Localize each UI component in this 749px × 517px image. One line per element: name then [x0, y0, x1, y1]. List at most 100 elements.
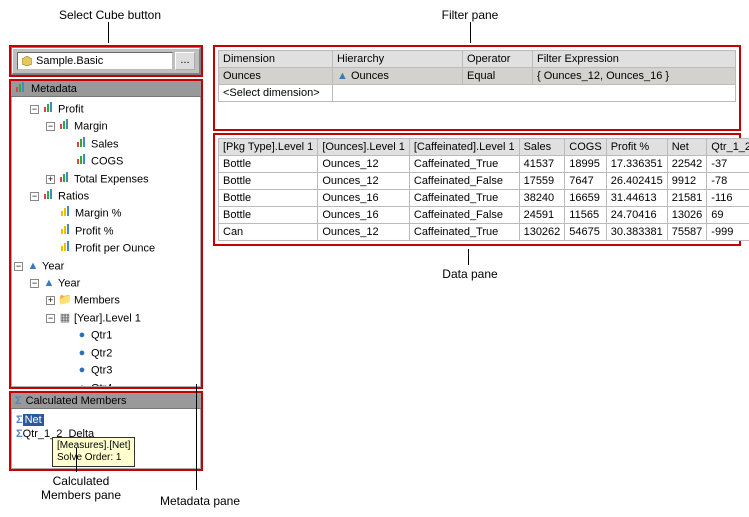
filter-cell[interactable]: Ounces: [219, 68, 333, 85]
tree-node[interactable]: Sales: [14, 136, 198, 153]
sigma-icon: Σ: [15, 395, 22, 407]
filter-cell[interactable]: ▲ Ounces: [333, 68, 463, 85]
tree-twisty[interactable]: −: [46, 122, 55, 131]
data-cell[interactable]: 30.383381: [606, 224, 667, 241]
tree-twisty[interactable]: −: [14, 262, 23, 271]
tree-node[interactable]: Profit %: [14, 223, 198, 240]
data-cell[interactable]: Caffeinated_False: [409, 173, 519, 190]
data-cell[interactable]: 13026: [667, 207, 707, 224]
data-header[interactable]: Net: [667, 139, 707, 156]
data-header[interactable]: [Caffeinated].Level 1: [409, 139, 519, 156]
data-cell[interactable]: 17.336351: [606, 156, 667, 173]
filter-header[interactable]: Dimension: [219, 51, 333, 68]
data-cell[interactable]: Bottle: [219, 156, 318, 173]
table-row[interactable]: BottleOunces_12Caffeinated_True415371899…: [219, 156, 749, 173]
data-cell[interactable]: 31.44613: [606, 190, 667, 207]
tree-node[interactable]: −▦[Year].Level 1: [14, 310, 198, 327]
data-cell[interactable]: 16659: [565, 190, 606, 207]
tree-node[interactable]: ●Qtr3: [14, 362, 198, 379]
filter-header[interactable]: Operator: [463, 51, 533, 68]
data-cell[interactable]: Ounces_12: [318, 224, 410, 241]
data-cell[interactable]: 22542: [667, 156, 707, 173]
metadata-tree[interactable]: −Profit−MarginSalesCOGS+Total Expenses−R…: [12, 97, 200, 387]
data-cell[interactable]: Caffeinated_True: [409, 190, 519, 207]
data-cell[interactable]: 18995: [565, 156, 606, 173]
cube-field[interactable]: Sample.Basic: [17, 52, 173, 70]
data-cell[interactable]: 75587: [667, 224, 707, 241]
data-cell[interactable]: 69: [707, 207, 749, 224]
data-cell[interactable]: 130262: [519, 224, 565, 241]
calc-item[interactable]: ΣNet: [16, 413, 196, 427]
data-cell[interactable]: 21581: [667, 190, 707, 207]
tree-node[interactable]: ●Qtr1: [14, 327, 198, 344]
data-cell[interactable]: Bottle: [219, 173, 318, 190]
data-cell[interactable]: Ounces_16: [318, 207, 410, 224]
data-cell[interactable]: 41537: [519, 156, 565, 173]
tree-node[interactable]: Margin %: [14, 205, 198, 222]
data-cell[interactable]: Caffeinated_True: [409, 224, 519, 241]
data-header[interactable]: Sales: [519, 139, 565, 156]
tree-node[interactable]: −▲Year: [14, 258, 198, 275]
table-row[interactable]: BottleOunces_16Caffeinated_False24591115…: [219, 207, 749, 224]
tree-node[interactable]: COGS: [14, 153, 198, 170]
data-cell[interactable]: -116: [707, 190, 749, 207]
tree-node[interactable]: Profit per Ounce: [14, 240, 198, 257]
data-header[interactable]: [Pkg Type].Level 1: [219, 139, 318, 156]
tree-twisty[interactable]: −: [30, 105, 39, 114]
data-cell[interactable]: Caffeinated_True: [409, 156, 519, 173]
data-cell[interactable]: Can: [219, 224, 318, 241]
filter-grid[interactable]: Dimension Hierarchy Operator Filter Expr…: [218, 50, 736, 102]
tree-label: Qtr3: [91, 365, 112, 377]
data-cell[interactable]: -37: [707, 156, 749, 173]
data-cell[interactable]: 38240: [519, 190, 565, 207]
tree-twisty[interactable]: −: [30, 279, 39, 288]
tree-twisty[interactable]: −: [46, 314, 55, 323]
tree-twisty[interactable]: +: [46, 175, 55, 184]
select-cube-box: Sample.Basic ...: [9, 45, 203, 77]
data-cell[interactable]: 11565: [565, 207, 606, 224]
filter-header[interactable]: Hierarchy: [333, 51, 463, 68]
data-cell[interactable]: Ounces_12: [318, 173, 410, 190]
data-header[interactable]: COGS: [565, 139, 606, 156]
data-cell[interactable]: 24.70416: [606, 207, 667, 224]
table-row[interactable]: BottleOunces_12Caffeinated_False17559764…: [219, 173, 749, 190]
data-cell[interactable]: 26.402415: [606, 173, 667, 190]
data-cell[interactable]: -999: [707, 224, 749, 241]
table-row[interactable]: CanOunces_12Caffeinated_True130262546753…: [219, 224, 749, 241]
tree-node[interactable]: +Total Expenses: [14, 171, 198, 188]
table-row[interactable]: BottleOunces_16Caffeinated_True382401665…: [219, 190, 749, 207]
tree-node[interactable]: −Margin: [14, 118, 198, 135]
tree-node[interactable]: −▲Year: [14, 275, 198, 292]
tree-node[interactable]: −Profit: [14, 101, 198, 118]
data-cell[interactable]: 17559: [519, 173, 565, 190]
tree-node[interactable]: ●Qtr4: [14, 380, 198, 388]
tree-node[interactable]: +📁Members: [14, 292, 198, 309]
metadata-pane: Metadata −Profit−MarginSalesCOGS+Total E…: [9, 79, 203, 389]
data-cell[interactable]: 24591: [519, 207, 565, 224]
data-header[interactable]: [Ounces].Level 1: [318, 139, 410, 156]
data-cell[interactable]: Ounces_16: [318, 190, 410, 207]
data-cell[interactable]: Bottle: [219, 190, 318, 207]
data-cell[interactable]: 54675: [565, 224, 606, 241]
tree-node[interactable]: −Ratios: [14, 188, 198, 205]
data-cell[interactable]: 9912: [667, 173, 707, 190]
sigma-icon: Σ: [16, 428, 23, 440]
data-cell[interactable]: 7647: [565, 173, 606, 190]
data-header[interactable]: Qtr_1_2_Delta: [707, 139, 749, 156]
data-grid[interactable]: [Pkg Type].Level 1[Ounces].Level 1[Caffe…: [218, 138, 749, 241]
data-cell[interactable]: -78: [707, 173, 749, 190]
filter-header[interactable]: Filter Expression: [533, 51, 736, 68]
select-dimension[interactable]: <Select dimension>: [219, 85, 333, 102]
data-header[interactable]: Profit %: [606, 139, 667, 156]
tree-label: Profit %: [75, 225, 114, 237]
select-cube-button[interactable]: ...: [175, 52, 195, 70]
filter-cell[interactable]: Equal: [463, 68, 533, 85]
filter-cell[interactable]: { Ounces_12, Ounces_16 }: [533, 68, 736, 85]
data-cell[interactable]: Ounces_12: [318, 156, 410, 173]
data-cell[interactable]: Bottle: [219, 207, 318, 224]
sigma-icon: Σ: [16, 414, 23, 426]
tree-twisty[interactable]: −: [30, 192, 39, 201]
data-cell[interactable]: Caffeinated_False: [409, 207, 519, 224]
tree-twisty[interactable]: +: [46, 296, 55, 305]
tree-node[interactable]: ●Qtr2: [14, 345, 198, 362]
